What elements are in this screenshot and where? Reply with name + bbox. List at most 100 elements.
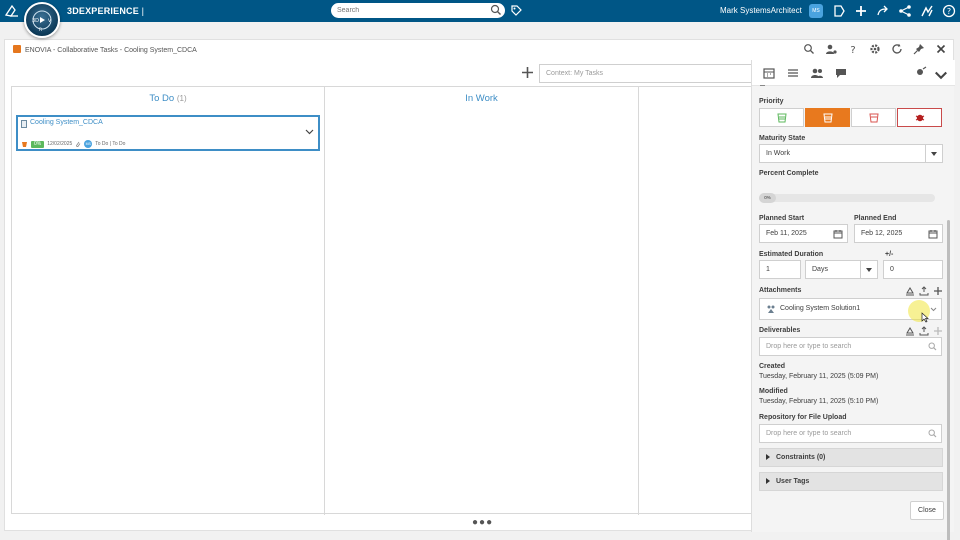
- constraints-section[interactable]: Constraints (0): [759, 448, 943, 467]
- ds-logo-icon[interactable]: [4, 3, 20, 19]
- compass-r-label: R: [39, 27, 42, 33]
- maturity-state-select[interactable]: In Work: [759, 144, 943, 163]
- close-button[interactable]: Close: [910, 501, 944, 520]
- search-icon[interactable]: [928, 342, 937, 351]
- planned-end-label: Planned End: [854, 215, 897, 222]
- column-to-do: To Do (1) Cooling System_CDCA 0% 12/02/2…: [12, 87, 325, 515]
- user-name[interactable]: Mark SystemsArchitect: [720, 6, 802, 15]
- chevron-down-icon[interactable]: [925, 145, 942, 162]
- list-tab-icon[interactable]: [786, 66, 800, 80]
- brand-title: 3DEXPERIENCE |: [67, 6, 145, 16]
- priority-high-button[interactable]: [805, 108, 850, 127]
- estimated-duration-input[interactable]: 1: [759, 260, 801, 279]
- planned-end-field[interactable]: Feb 12, 2025: [854, 224, 943, 243]
- chevron-down-icon[interactable]: [860, 261, 877, 278]
- comments-tab-icon[interactable]: [834, 66, 848, 80]
- search-icon[interactable]: [803, 43, 815, 55]
- column-title: To Do (1): [149, 93, 187, 104]
- created-value: Tuesday, February 11, 2025 (5:09 PM): [759, 373, 879, 380]
- upload-icon[interactable]: [919, 326, 929, 336]
- estimated-duration-label: Estimated Duration: [759, 251, 824, 258]
- add-icon[interactable]: [933, 286, 943, 296]
- priority-medium-button[interactable]: [851, 108, 896, 127]
- maturity-state-label: Maturity State: [759, 135, 806, 142]
- priority-label: Priority: [759, 98, 784, 105]
- calendar-icon[interactable]: [928, 229, 938, 239]
- task-document-icon: [21, 120, 27, 128]
- compass-widget[interactable]: 3D R V: [24, 2, 60, 38]
- window-title: ENOVIA - Collaborative Tasks - Cooling S…: [13, 45, 197, 54]
- task-due-date: 12/02/2025: [47, 141, 73, 147]
- user-avatar[interactable]: MS: [809, 4, 823, 18]
- refresh-icon[interactable]: [891, 43, 903, 55]
- attachment-name[interactable]: Cooling System Solution1: [780, 305, 860, 312]
- mouse-pointer-icon: [921, 312, 929, 323]
- task-card[interactable]: Cooling System_CDCA 0% 12/02/2025 MS To …: [16, 115, 320, 151]
- chevron-down-icon[interactable]: [934, 69, 948, 83]
- add-task-icon[interactable]: [521, 66, 534, 79]
- gear-icon[interactable]: [869, 43, 881, 55]
- global-search[interactable]: [331, 3, 505, 18]
- calendar-icon[interactable]: [833, 229, 843, 239]
- priority-high-icon: [22, 141, 27, 147]
- maturity-state-value: In Work: [766, 150, 790, 157]
- pin-icon[interactable]: [913, 43, 925, 55]
- deliverables-placeholder: Drop here or type to search: [766, 343, 852, 350]
- task-state-text: To Do | To Do: [95, 141, 126, 147]
- planned-end-value: Feb 12, 2025: [861, 230, 903, 237]
- priority-low-button[interactable]: [759, 108, 804, 127]
- column-in-work: In Work: [325, 87, 639, 515]
- percent-complete-label: Percent Complete: [759, 170, 819, 177]
- percent-complete-knob[interactable]: 0%: [759, 193, 776, 203]
- modified-value: Tuesday, February 11, 2025 (5:10 PM): [759, 398, 879, 405]
- created-label: Created: [759, 363, 786, 370]
- search-input[interactable]: [331, 3, 481, 18]
- priority-low-icon: [777, 113, 787, 123]
- task-card-title[interactable]: Cooling System_CDCA: [30, 119, 103, 126]
- share-tag-icon[interactable]: [832, 4, 846, 18]
- forward-icon[interactable]: [876, 4, 890, 18]
- assignee-avatar[interactable]: MS: [84, 140, 93, 148]
- task-properties-panel: Priority Maturity State In Work Percent …: [751, 60, 955, 540]
- calendar-tab-icon[interactable]: [762, 66, 776, 80]
- subscribe-icon[interactable]: [914, 66, 928, 80]
- insert-existing-icon[interactable]: [905, 286, 915, 296]
- context-filter-input[interactable]: Context: My Tasks: [539, 64, 754, 83]
- search-icon[interactable]: [490, 4, 502, 16]
- priority-urgent-button[interactable]: [897, 108, 942, 127]
- repository-label: Repository for File Upload: [759, 414, 847, 421]
- kanban-board: To Do (1) Cooling System_CDCA 0% 12/02/2…: [11, 86, 753, 515]
- panel-scrollbar[interactable]: [947, 220, 950, 540]
- planned-start-label: Planned Start: [759, 215, 805, 222]
- solution-icon: [767, 305, 775, 313]
- tag-icon[interactable]: [510, 4, 523, 17]
- duration-unit-select[interactable]: Days: [805, 260, 878, 279]
- chevron-down-icon[interactable]: [930, 307, 937, 312]
- planned-start-field[interactable]: Feb 11, 2025: [759, 224, 848, 243]
- help-icon[interactable]: ?: [942, 4, 956, 18]
- plusminus-input[interactable]: 0: [883, 260, 943, 279]
- repository-search-field[interactable]: Drop here or type to search: [759, 424, 942, 443]
- help-icon[interactable]: ?: [847, 43, 859, 55]
- user-tags-section[interactable]: User Tags: [759, 472, 943, 491]
- add-icon[interactable]: [854, 4, 868, 18]
- chevron-down-icon[interactable]: [305, 129, 314, 135]
- priority-medium-icon: [869, 113, 879, 123]
- plusminus-label: +/-: [885, 251, 894, 258]
- search-icon[interactable]: [928, 429, 937, 438]
- add-icon[interactable]: [933, 326, 943, 336]
- members-tab-icon[interactable]: [810, 66, 824, 80]
- share-icon[interactable]: [898, 4, 912, 18]
- insert-existing-icon[interactable]: [905, 326, 915, 336]
- user-settings-icon[interactable]: [825, 43, 837, 55]
- priority-high-icon: [823, 113, 833, 123]
- upload-icon[interactable]: [919, 286, 929, 296]
- planned-start-value: Feb 11, 2025: [766, 230, 807, 237]
- close-icon[interactable]: [935, 43, 947, 55]
- apps-icon[interactable]: [920, 4, 934, 18]
- panel-tabs: [752, 60, 955, 86]
- deliverables-search-field[interactable]: Drop here or type to search: [759, 337, 942, 356]
- more-columns-indicator[interactable]: ●●●: [472, 517, 493, 528]
- percent-complete-slider[interactable]: 0%: [759, 193, 935, 203]
- top-bar: 3DEXPERIENCE | Mark SystemsArchitect MS …: [0, 0, 960, 22]
